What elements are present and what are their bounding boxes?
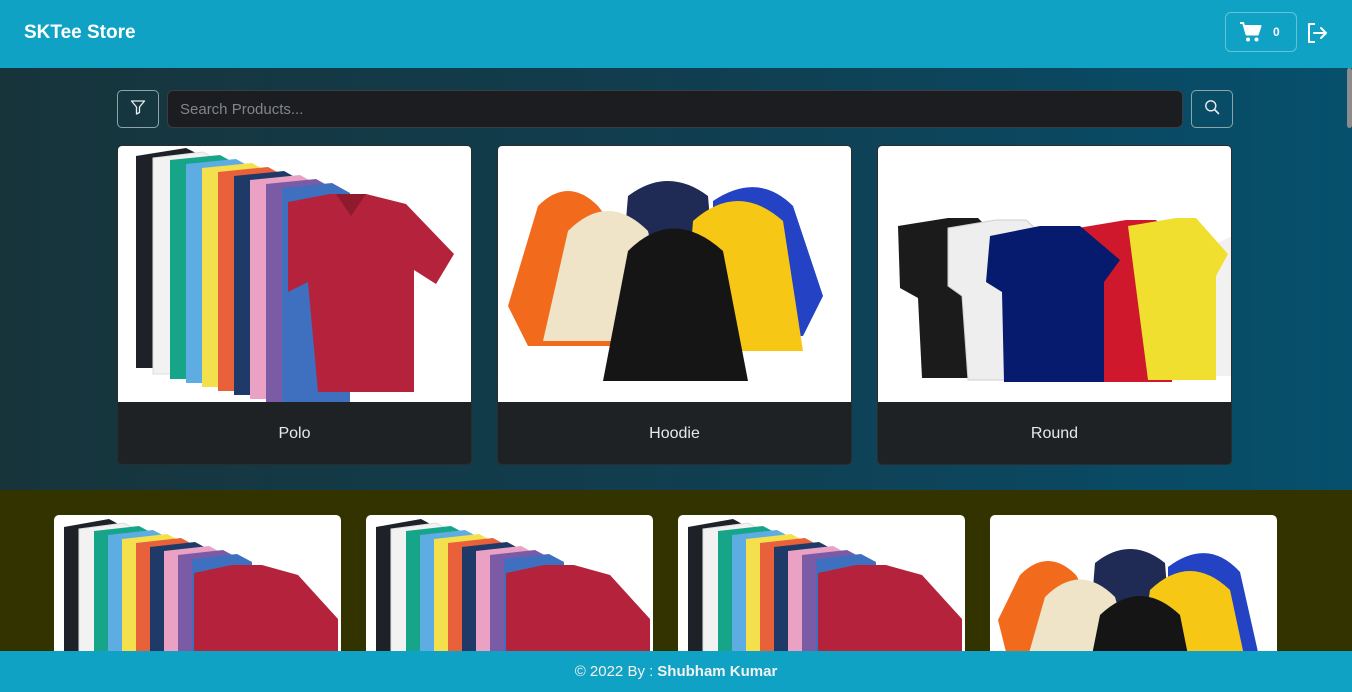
navbar: SKTee Store 0 bbox=[0, 0, 1352, 68]
search-input[interactable] bbox=[167, 90, 1183, 128]
footer: © 2022 By : Shubham Kumar bbox=[0, 651, 1352, 692]
hoodies-image bbox=[498, 146, 851, 402]
polo-shirts-image bbox=[54, 515, 341, 655]
cart-icon bbox=[1239, 21, 1263, 43]
scrollbar[interactable] bbox=[1347, 68, 1352, 128]
polo-shirts-image bbox=[366, 515, 653, 655]
filter-icon bbox=[130, 99, 146, 120]
polo-shirts-image bbox=[678, 515, 965, 655]
product-card[interactable] bbox=[678, 515, 965, 655]
category-label: Polo bbox=[278, 425, 311, 442]
logout-icon[interactable] bbox=[1305, 21, 1329, 45]
search-icon bbox=[1204, 99, 1220, 120]
filter-button[interactable] bbox=[117, 90, 159, 128]
footer-author: Shubham Kumar bbox=[657, 663, 778, 680]
category-card-hoodie[interactable]: Hoodie bbox=[497, 145, 852, 465]
cart-count-badge: 0 bbox=[1273, 25, 1280, 39]
product-card[interactable] bbox=[54, 515, 341, 655]
hoodies-image bbox=[990, 515, 1277, 655]
category-label: Hoodie bbox=[649, 425, 700, 442]
round-neck-tshirts-image bbox=[878, 146, 1231, 402]
polo-shirts-image bbox=[118, 146, 471, 402]
category-card-polo[interactable]: Polo bbox=[117, 145, 472, 465]
footer-copyright: © 2022 By : bbox=[574, 663, 654, 680]
brand-title[interactable]: SKTee Store bbox=[24, 22, 136, 44]
search-button[interactable] bbox=[1191, 90, 1233, 128]
cart-button[interactable]: 0 bbox=[1225, 12, 1297, 52]
product-card[interactable] bbox=[990, 515, 1277, 655]
product-card[interactable] bbox=[366, 515, 653, 655]
category-label: Round bbox=[1030, 425, 1079, 442]
category-card-round[interactable]: Round bbox=[877, 145, 1232, 465]
